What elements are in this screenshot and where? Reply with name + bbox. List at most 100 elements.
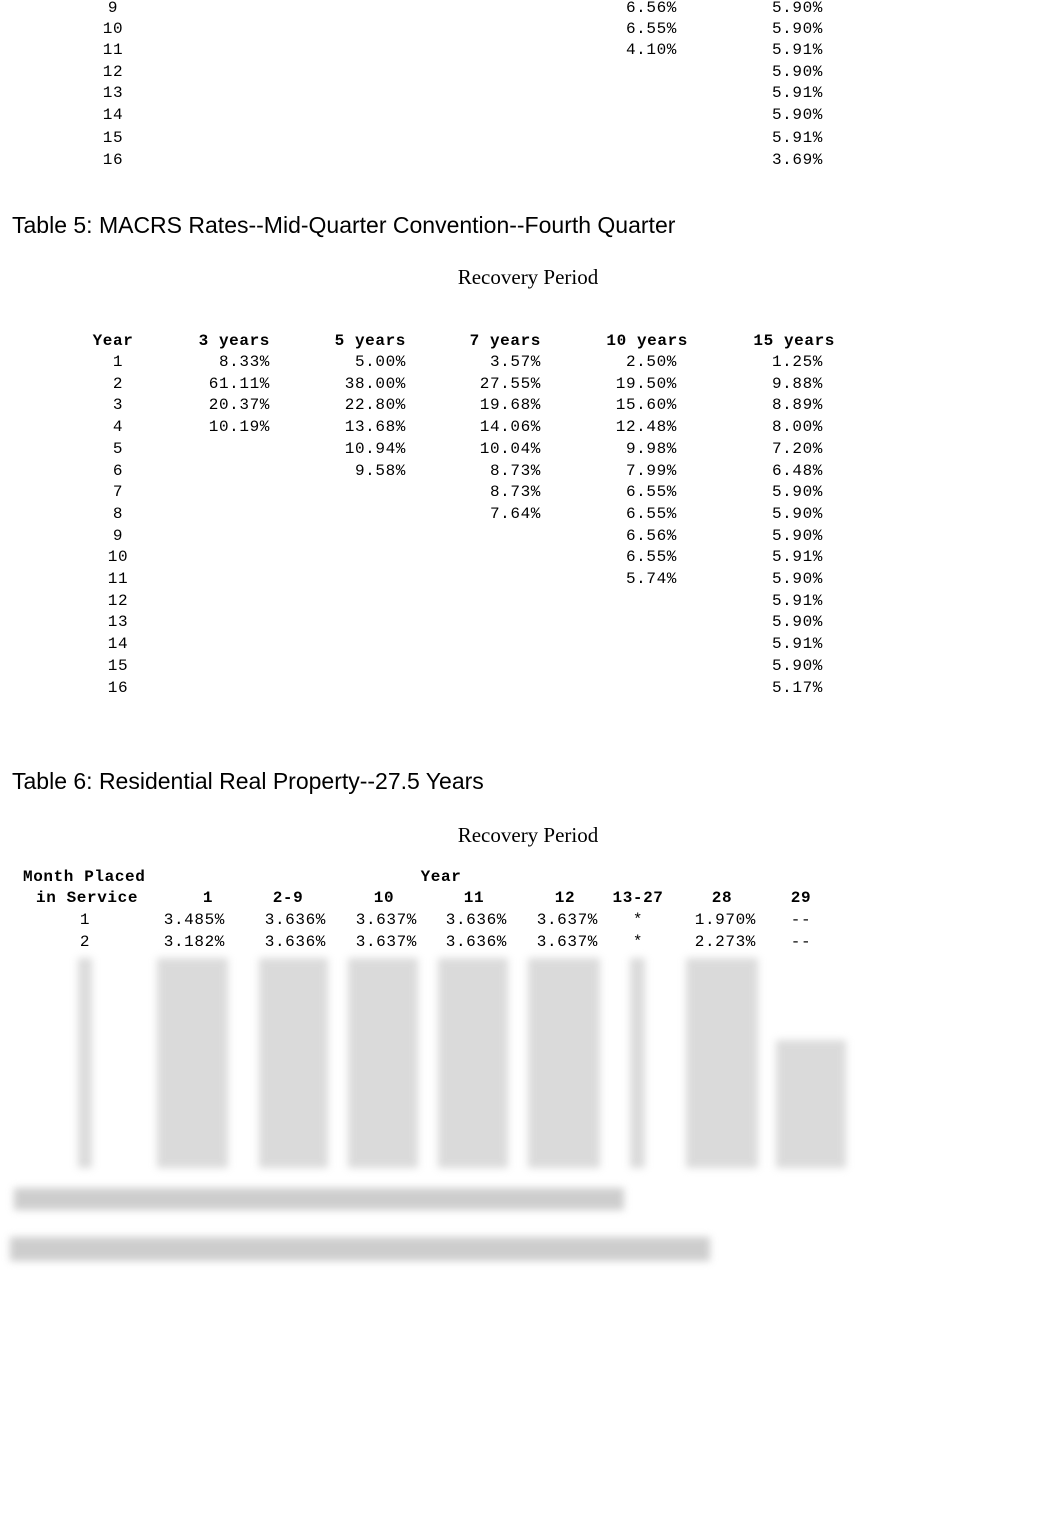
year-cell: 13 — [102, 84, 124, 102]
rate-cell: 8.33% — [218, 353, 270, 371]
blurred-column — [686, 958, 758, 1168]
rate-cell: 6.55% — [625, 504, 677, 523]
rate-cell: -- — [790, 932, 812, 951]
year-cell: 10 — [102, 20, 124, 38]
column-header: 29 — [790, 889, 812, 907]
rate-cell: 6.56% — [625, 0, 677, 17]
rate-cell: 3.485% — [163, 911, 225, 929]
rate-cell: 5.91% — [771, 548, 823, 567]
rate-cell: 6.55% — [625, 20, 677, 38]
rate-cell: 10.19% — [208, 418, 270, 437]
year-header: Year — [420, 868, 462, 886]
column-header: 3 years — [198, 332, 270, 350]
rate-cell: 4.10% — [625, 41, 677, 59]
rate-cell: 3.57% — [489, 353, 541, 371]
month-header: in Service — [36, 889, 139, 907]
year-cell: 12 — [102, 63, 124, 81]
year-cell: 9 — [112, 526, 124, 545]
rate-cell: 13.68% — [344, 418, 406, 437]
rate-cell: 5.91% — [771, 129, 823, 147]
rate-cell: 3.637% — [355, 911, 417, 929]
blurred-column — [630, 958, 645, 1168]
table5-title: Table 5: MACRS Rates--Mid-Quarter Conven… — [12, 212, 676, 238]
rate-cell: 19.68% — [479, 396, 541, 415]
rate-cell: 5.90% — [771, 613, 823, 632]
rate-cell: 5.00% — [354, 353, 406, 371]
rate-cell: 22.80% — [344, 396, 406, 415]
rate-cell: 14.06% — [479, 418, 541, 437]
rate-cell: 9.88% — [771, 374, 823, 393]
rate-cell: 5.90% — [771, 20, 823, 38]
year-cell: 13 — [107, 613, 129, 632]
blurred-column — [776, 1040, 846, 1168]
rate-cell: 15.60% — [615, 396, 677, 415]
rate-cell: 5.91% — [771, 635, 823, 654]
column-header: 11 — [463, 889, 485, 907]
rate-cell: 3.69% — [771, 151, 823, 169]
rate-cell: 12.48% — [615, 418, 677, 437]
rate-cell: 7.20% — [771, 439, 823, 458]
rate-cell: 8.89% — [771, 396, 823, 415]
year-cell: 12 — [107, 591, 129, 610]
rate-cell: 9.58% — [354, 461, 406, 480]
rate-cell: * — [632, 911, 644, 929]
table6-subtitle: Recovery Period — [457, 823, 599, 847]
year-cell: 6 — [112, 461, 124, 480]
blurred-note — [10, 1237, 710, 1261]
rate-cell: 7.99% — [625, 461, 677, 480]
rate-cell: 6.56% — [625, 526, 677, 545]
column-header: 10 years — [606, 332, 688, 350]
rate-cell: 10.94% — [344, 439, 406, 458]
rate-cell: 5.90% — [771, 570, 823, 588]
rate-cell: 20.37% — [208, 396, 270, 415]
column-header: Year — [92, 332, 134, 350]
blurred-column — [348, 958, 418, 1168]
blurred-column — [78, 958, 92, 1168]
year-cell: 16 — [107, 678, 129, 697]
month-cell: 1 — [79, 911, 91, 929]
month-cell: 2 — [79, 932, 91, 951]
rate-cell: 5.90% — [771, 526, 823, 545]
rate-cell: 5.90% — [771, 483, 823, 502]
rate-cell: 5.90% — [771, 0, 823, 17]
rate-cell: 2.273% — [694, 932, 756, 951]
rate-cell: 19.50% — [615, 374, 677, 393]
table6-title: Table 6: Residential Real Property--27.5… — [12, 768, 484, 794]
rate-cell: 5.90% — [771, 504, 823, 523]
year-cell: 11 — [102, 41, 124, 59]
blurred-column — [438, 958, 508, 1168]
rate-cell: 3.636% — [264, 911, 326, 929]
rate-cell: 6.55% — [625, 483, 677, 502]
rate-cell: 61.11% — [208, 374, 270, 393]
rate-cell: 8.73% — [489, 483, 541, 502]
column-header: 2-9 — [272, 889, 304, 907]
column-header: 1 — [202, 889, 214, 907]
rate-cell: 10.04% — [479, 439, 541, 458]
year-cell: 10 — [107, 548, 129, 567]
blurred-column — [528, 958, 600, 1168]
column-header: 5 years — [334, 332, 406, 350]
year-cell: 2 — [112, 374, 124, 393]
year-cell: 11 — [107, 570, 129, 588]
rate-cell: 8.00% — [771, 418, 823, 437]
year-cell: 8 — [112, 504, 124, 523]
column-header: 13-27 — [612, 889, 664, 907]
rate-cell: 3.636% — [445, 911, 507, 929]
rate-cell: 3.637% — [355, 932, 417, 951]
rate-cell: 3.637% — [536, 932, 598, 951]
rate-cell: 3.182% — [163, 932, 225, 951]
rate-cell: 5.90% — [771, 656, 823, 675]
column-header: 15 years — [753, 332, 835, 350]
rate-cell: 38.00% — [344, 374, 406, 393]
rate-cell: 5.91% — [771, 41, 823, 59]
column-header: 10 — [373, 889, 395, 907]
rate-cell: 7.64% — [489, 504, 541, 523]
blurred-column — [157, 958, 228, 1168]
rate-cell: 8.73% — [489, 461, 541, 480]
table5-subtitle: Recovery Period — [457, 265, 599, 289]
year-cell: 16 — [102, 151, 124, 169]
column-header: 7 years — [469, 332, 541, 350]
year-cell: 14 — [102, 106, 124, 124]
rate-cell: * — [632, 932, 644, 951]
rate-cell: 6.48% — [771, 461, 823, 480]
